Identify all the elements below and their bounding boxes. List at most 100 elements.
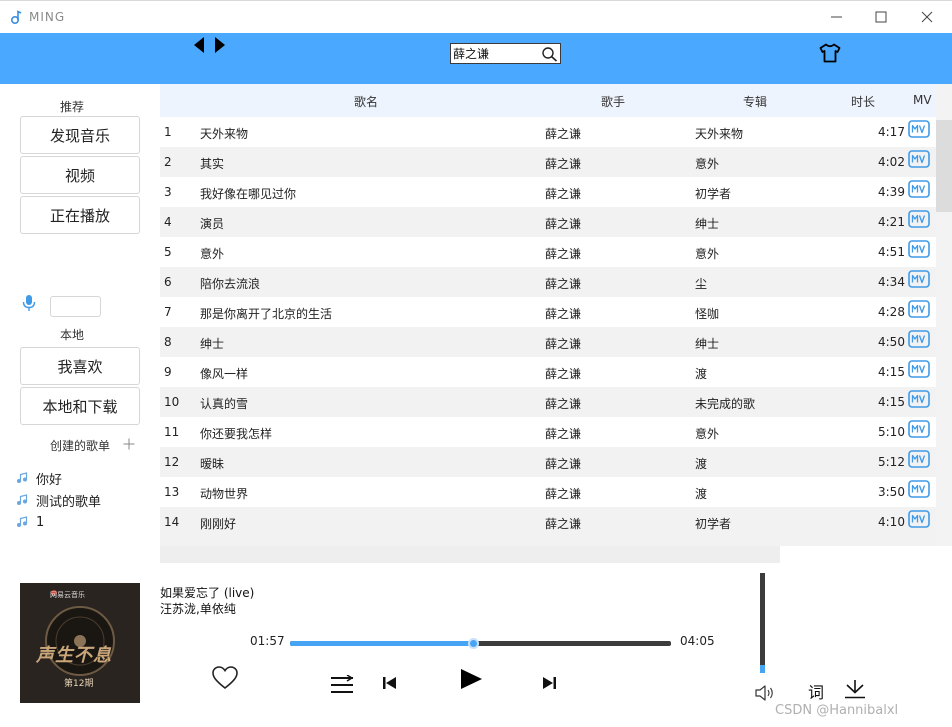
row-artist[interactable]: 薛之谦 bbox=[545, 395, 581, 412]
voice-input-field[interactable] bbox=[50, 296, 101, 317]
column-header-artist[interactable]: 歌手 bbox=[601, 93, 625, 110]
table-row[interactable]: 1 天外来物 薛之谦 天外来物 4:17 bbox=[160, 117, 936, 147]
row-song-title[interactable]: 刚刚好 bbox=[200, 515, 236, 532]
forward-arrow-icon[interactable] bbox=[214, 37, 226, 53]
row-song-title[interactable]: 意外 bbox=[200, 245, 224, 262]
horizontal-scrollbar[interactable] bbox=[160, 546, 780, 563]
skin-tshirt-icon[interactable] bbox=[819, 43, 841, 63]
playlist-item[interactable]: 你好 bbox=[16, 469, 62, 488]
row-song-title[interactable]: 其实 bbox=[200, 155, 224, 172]
row-song-title[interactable]: 像风一样 bbox=[200, 365, 248, 382]
row-artist[interactable]: 薛之谦 bbox=[545, 215, 581, 232]
mv-icon[interactable] bbox=[908, 480, 930, 498]
minimize-icon[interactable] bbox=[823, 6, 851, 28]
column-header-duration[interactable]: 时长 bbox=[851, 93, 875, 110]
row-album[interactable]: 绅士 bbox=[695, 215, 719, 232]
maximize-icon[interactable] bbox=[867, 6, 895, 28]
mv-icon[interactable] bbox=[908, 420, 930, 438]
column-header-album[interactable]: 专辑 bbox=[743, 93, 767, 110]
row-album[interactable]: 渡 bbox=[695, 455, 707, 472]
close-icon[interactable] bbox=[913, 6, 941, 28]
row-song-title[interactable]: 天外来物 bbox=[200, 125, 248, 142]
play-icon[interactable] bbox=[458, 667, 484, 691]
row-album[interactable]: 渡 bbox=[695, 485, 707, 502]
row-album[interactable]: 意外 bbox=[695, 425, 719, 442]
table-row[interactable]: 6 陪你去流浪 薛之谦 尘 4:34 bbox=[160, 267, 936, 297]
row-artist[interactable]: 薛之谦 bbox=[545, 515, 581, 532]
column-header-title[interactable]: 歌名 bbox=[354, 93, 378, 110]
previous-track-icon[interactable] bbox=[381, 676, 397, 690]
lyrics-button[interactable]: 词 bbox=[808, 679, 824, 703]
table-row[interactable]: 5 意外 薛之谦 意外 4:51 bbox=[160, 237, 936, 267]
download-icon[interactable] bbox=[844, 679, 866, 699]
row-album[interactable]: 意外 bbox=[695, 155, 719, 172]
table-row[interactable]: 13 动物世界 薛之谦 渡 3:50 bbox=[160, 477, 936, 507]
vertical-scrollbar-thumb[interactable] bbox=[936, 120, 952, 212]
microphone-icon[interactable] bbox=[22, 294, 36, 312]
mv-icon[interactable] bbox=[908, 450, 930, 468]
volume-slider[interactable] bbox=[760, 573, 765, 673]
next-track-icon[interactable] bbox=[542, 676, 558, 690]
row-album[interactable]: 天外来物 bbox=[695, 125, 743, 142]
search-icon[interactable] bbox=[541, 46, 558, 62]
table-row[interactable]: 14 刚刚好 薛之谦 初学者 4:10 bbox=[160, 507, 936, 537]
playlist-item[interactable]: 测试的歌单 bbox=[16, 491, 101, 510]
row-album[interactable]: 意外 bbox=[695, 245, 719, 262]
row-song-title[interactable]: 绅士 bbox=[200, 335, 224, 352]
row-album[interactable]: 初学者 bbox=[695, 515, 731, 532]
add-playlist-icon[interactable] bbox=[123, 438, 135, 450]
nav-now-playing-button[interactable]: 正在播放 bbox=[20, 196, 140, 234]
row-artist[interactable]: 薛之谦 bbox=[545, 455, 581, 472]
row-artist[interactable]: 薛之谦 bbox=[545, 485, 581, 502]
like-heart-icon[interactable] bbox=[211, 665, 239, 691]
search-input[interactable] bbox=[453, 45, 539, 62]
vertical-scrollbar[interactable] bbox=[936, 84, 952, 546]
table-row[interactable]: 11 你还要我怎样 薛之谦 意外 5:10 bbox=[160, 417, 936, 447]
row-album[interactable]: 绅士 bbox=[695, 335, 719, 352]
nav-favorites-button[interactable]: 我喜欢 bbox=[20, 347, 140, 385]
table-row[interactable]: 4 演员 薛之谦 绅士 4:21 bbox=[160, 207, 936, 237]
table-row-partial[interactable] bbox=[160, 537, 936, 546]
volume-speaker-icon[interactable] bbox=[754, 684, 776, 702]
mv-icon[interactable] bbox=[908, 240, 930, 258]
row-artist[interactable]: 薛之谦 bbox=[545, 155, 581, 172]
row-album[interactable]: 怪咖 bbox=[695, 305, 719, 322]
row-artist[interactable]: 薛之谦 bbox=[545, 335, 581, 352]
mv-icon[interactable] bbox=[908, 390, 930, 408]
row-album[interactable]: 未完成的歌 bbox=[695, 395, 755, 412]
mv-icon[interactable] bbox=[908, 300, 930, 318]
row-song-title[interactable]: 我好像在哪见过你 bbox=[200, 185, 296, 202]
row-album[interactable]: 初学者 bbox=[695, 185, 731, 202]
row-song-title[interactable]: 那是你离开了北京的生活 bbox=[200, 305, 332, 322]
mv-icon[interactable] bbox=[908, 150, 930, 168]
table-row[interactable]: 7 那是你离开了北京的生活 薛之谦 怪咖 4:28 bbox=[160, 297, 936, 327]
row-song-title[interactable]: 暧昧 bbox=[200, 455, 224, 472]
column-header-mv[interactable]: MV bbox=[913, 93, 932, 107]
row-album[interactable]: 渡 bbox=[695, 365, 707, 382]
mv-icon[interactable] bbox=[908, 210, 930, 228]
playlist-item[interactable]: 1 bbox=[16, 513, 44, 531]
table-row[interactable]: 2 其实 薛之谦 意外 4:02 bbox=[160, 147, 936, 177]
progress-bar[interactable] bbox=[290, 638, 671, 649]
nav-discover-music-button[interactable]: 发现音乐 bbox=[20, 116, 140, 154]
row-song-title[interactable]: 动物世界 bbox=[200, 485, 248, 502]
row-song-title[interactable]: 演员 bbox=[200, 215, 224, 232]
row-album[interactable]: 尘 bbox=[695, 275, 707, 292]
nav-video-button[interactable]: 视频 bbox=[20, 156, 140, 194]
table-row[interactable]: 3 我好像在哪见过你 薛之谦 初学者 4:39 bbox=[160, 177, 936, 207]
row-artist[interactable]: 薛之谦 bbox=[545, 125, 581, 142]
back-arrow-icon[interactable] bbox=[193, 37, 205, 53]
row-artist[interactable]: 薛之谦 bbox=[545, 275, 581, 292]
now-playing-title[interactable]: 如果爱忘了 (live) bbox=[160, 584, 254, 601]
mv-icon[interactable] bbox=[908, 360, 930, 378]
table-row[interactable]: 8 绅士 薛之谦 绅士 4:50 bbox=[160, 327, 936, 357]
row-artist[interactable]: 薛之谦 bbox=[545, 245, 581, 262]
nav-local-downloads-button[interactable]: 本地和下载 bbox=[20, 387, 140, 425]
playlist-queue-icon[interactable] bbox=[330, 675, 354, 695]
mv-icon[interactable] bbox=[908, 510, 930, 528]
mv-icon[interactable] bbox=[908, 120, 930, 138]
mv-icon[interactable] bbox=[908, 270, 930, 288]
row-artist[interactable]: 薛之谦 bbox=[545, 425, 581, 442]
table-row[interactable]: 9 像风一样 薛之谦 渡 4:15 bbox=[160, 357, 936, 387]
now-playing-artists[interactable]: 汪苏泷,单依纯 bbox=[160, 600, 236, 617]
